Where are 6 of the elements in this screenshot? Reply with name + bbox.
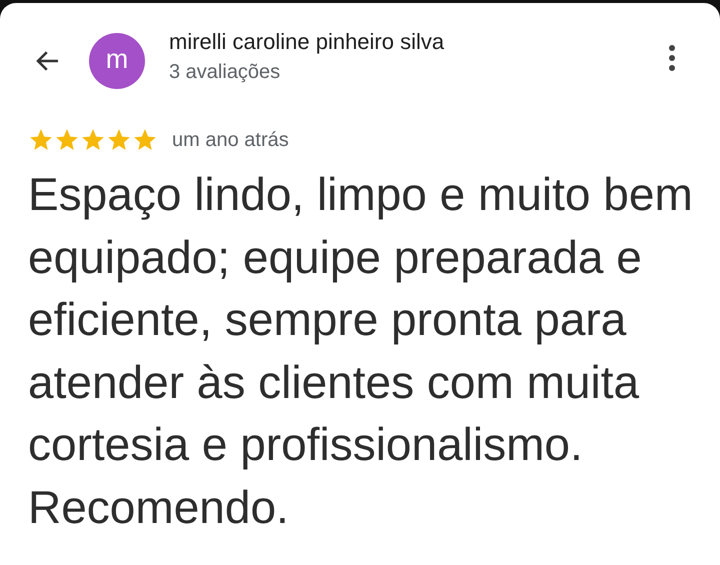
review-text: Espaço lindo, limpo e muito bem equipado; equipe preparada e eficiente, sempre pronta para atender às clientes com muita cortesia e profissionalismo. Recomendo.	[28, 167, 694, 534]
reviewer-name: mirelli caroline pinheiro silva	[169, 28, 446, 54]
review-count: 3 avaliações	[169, 60, 282, 84]
avatar: m	[89, 33, 145, 89]
review-time: um ano atrás	[172, 128, 289, 152]
more-options-icon[interactable]	[668, 44, 676, 72]
